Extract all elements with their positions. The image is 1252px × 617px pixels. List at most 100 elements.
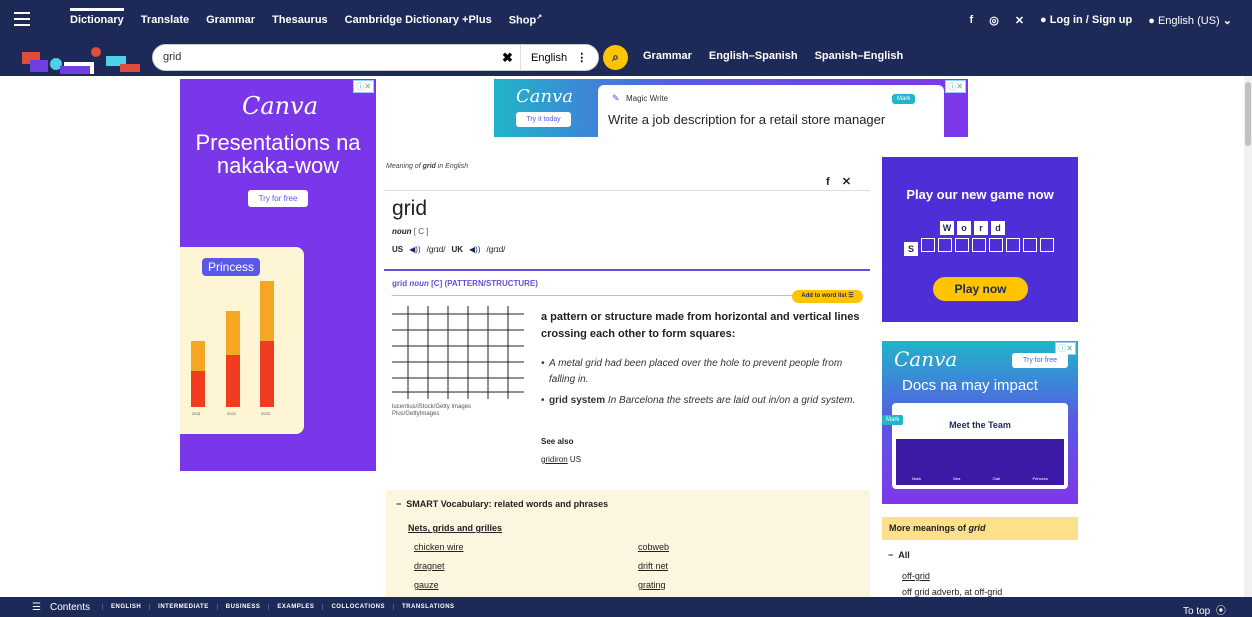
ad-docs[interactable]: ⓘ✕ Canva Try for free Docs na may impact… [882,341,1078,504]
share-links: f ✕ [826,175,851,188]
scrollbar-thumb[interactable] [1245,82,1251,146]
us-audio-icon[interactable]: ◀)) [409,245,420,254]
facebook-icon[interactable]: f [970,14,974,26]
game-tile-empty [938,238,952,252]
game-tile: o [957,221,971,235]
see-also-link[interactable]: gridiron [541,455,568,464]
meaning-label: Meaning of grid in English [386,163,468,170]
tab-examples[interactable]: EXAMPLES [268,604,322,610]
vocab-link[interactable]: gauze [414,580,439,590]
game-tile: d [991,221,1005,235]
link-spanish-english[interactable]: Spanish–English [815,50,904,62]
pronunciations: US ◀)) /grɪd/ UK ◀)) /grɪd/ [392,245,505,254]
vocab-link[interactable]: drift net [638,561,668,571]
grammar-code: [ C ] [413,227,429,236]
search-box: grid ✖ English ⋮ [152,44,599,71]
nav-thesaurus[interactable]: Thesaurus [272,14,328,26]
nav-translate[interactable]: Translate [141,14,189,26]
ad-top-card: ✎ Magic Write Mark Write a job descripti… [598,85,944,137]
ad-left-cta[interactable]: Try for free [248,190,308,207]
game-word-row: Word [940,218,1008,236]
add-to-word-list-button[interactable]: Add to word list ☰ [792,290,863,303]
contents-button[interactable]: ☰ Contents [32,602,90,613]
definition: a pattern or structure made from horizon… [541,311,860,340]
scrollbar[interactable] [1244,76,1252,597]
uk-audio-icon[interactable]: ◀)) [469,245,480,254]
smart-subheading[interactable]: Nets, grids and grilles [408,523,502,533]
smart-heading[interactable]: − SMART Vocabulary: related words and ph… [396,499,608,509]
x-share-icon[interactable]: ✕ [842,176,851,188]
nav-shop-label: Shop [508,14,537,27]
search-links: Grammar English–Spanish Spanish–English [643,50,903,62]
vocab-link[interactable]: cobweb [638,542,669,552]
nav-grammar[interactable]: Grammar [206,14,255,26]
arrow-up-icon: ⦿ [1215,606,1226,617]
tab-business[interactable]: BUSINESS [216,604,269,610]
menu-icon: ☰ [32,602,41,613]
facebook-share-icon[interactable]: f [826,176,830,188]
menu-icon[interactable] [14,12,30,26]
cambridge-logo[interactable] [20,44,150,74]
see-also-item: gridiron US [541,455,581,464]
uk-ipa: /grɪd/ [486,245,506,254]
vocab-link[interactable]: chicken wire [414,542,464,552]
meaning-word: grid [422,163,436,170]
link-grammar[interactable]: Grammar [643,50,692,62]
nav-dictionary[interactable]: Dictionary [70,8,124,26]
chevron-down-icon: ⌄ [1222,14,1232,27]
bar-2022-bottom [226,355,240,407]
x-icon[interactable]: ✕ [1015,14,1024,27]
to-top-button[interactable]: To top ⦿ [1183,602,1226,617]
ad-close-icon[interactable]: ⓘ✕ [945,80,966,93]
link-english-spanish[interactable]: English–Spanish [709,50,798,62]
year-2023: 2023 [261,411,270,416]
ad-top-badge: Mark [892,94,916,104]
ad-close-icon[interactable]: ⓘ✕ [353,80,374,93]
play-now-button[interactable]: Play now [933,277,1028,301]
add-list-label: Add to word list [801,293,847,299]
vocab-link[interactable]: grating [638,580,666,590]
us-label: US [392,245,404,254]
example-2-text: In Barcelona the streets are laid out in… [607,395,856,406]
nav-plus[interactable]: Cambridge Dictionary +Plus [345,14,492,26]
vocab-link[interactable]: dragnet [414,561,445,571]
ad-top-brand: Canva [516,86,573,107]
team-member: Mark [912,476,922,481]
more-all-toggle[interactable]: − All [888,550,910,560]
tab-collocations[interactable]: COLLOCATIONS [322,604,393,610]
magic-write-icon: ✎ [612,93,620,103]
clear-icon[interactable]: ✖ [502,50,513,66]
search-language-select[interactable]: English ⋮ [520,45,597,70]
ad-game[interactable]: Play our new game now Word S Play now [882,157,1078,322]
user-icon: ● [1040,14,1047,26]
more-all-label: All [898,550,910,560]
game-tile-empty [1023,238,1037,252]
ad-left-tag: Princess [202,258,261,276]
tab-translations[interactable]: TRANSLATIONS [393,604,463,610]
to-top-label: To top [1183,606,1211,617]
tab-intermediate[interactable]: INTERMEDIATE [149,604,217,610]
language-selector[interactable]: ● English (US) ⌄ [1148,14,1232,27]
game-tile-empty [1040,238,1054,252]
ad-top[interactable]: ⓘ✕ Canva Try it today ✎ Magic Write Mark… [494,79,968,137]
ad-docs-cta[interactable]: Try for free [1012,353,1068,368]
nav-right: f ◎ ✕ ● Log in / Sign up ● English (US) … [970,0,1232,40]
search-button[interactable]: ⌕ [603,45,628,70]
bullet: • [541,395,545,406]
ad-left-brand: Canva [242,92,318,120]
ad-left[interactable]: ⓘ✕ Canva Presentations na nakaka-wow Try… [180,79,376,471]
more-meanings-heading: More meanings of grid [882,517,1078,540]
meet-team-title: Meet the Team [949,420,1011,430]
bullet: • [541,358,545,369]
nav-shop[interactable]: Shop↗ [509,13,542,27]
login-link[interactable]: ● Log in / Sign up [1040,14,1132,26]
game-tile-empty [1006,238,1020,252]
globe-icon: ● [1148,14,1155,27]
game-tile-empty [989,238,1003,252]
more-link-off-grid-adverb[interactable]: off grid adverb, at off-grid [902,587,1002,597]
ad-top-cta[interactable]: Try it today [516,112,571,127]
instagram-icon[interactable]: ◎ [989,14,999,27]
tab-english[interactable]: ENGLISH [102,604,149,610]
more-link-off-grid[interactable]: off-grid [902,571,930,581]
search-input[interactable]: grid [163,51,181,63]
